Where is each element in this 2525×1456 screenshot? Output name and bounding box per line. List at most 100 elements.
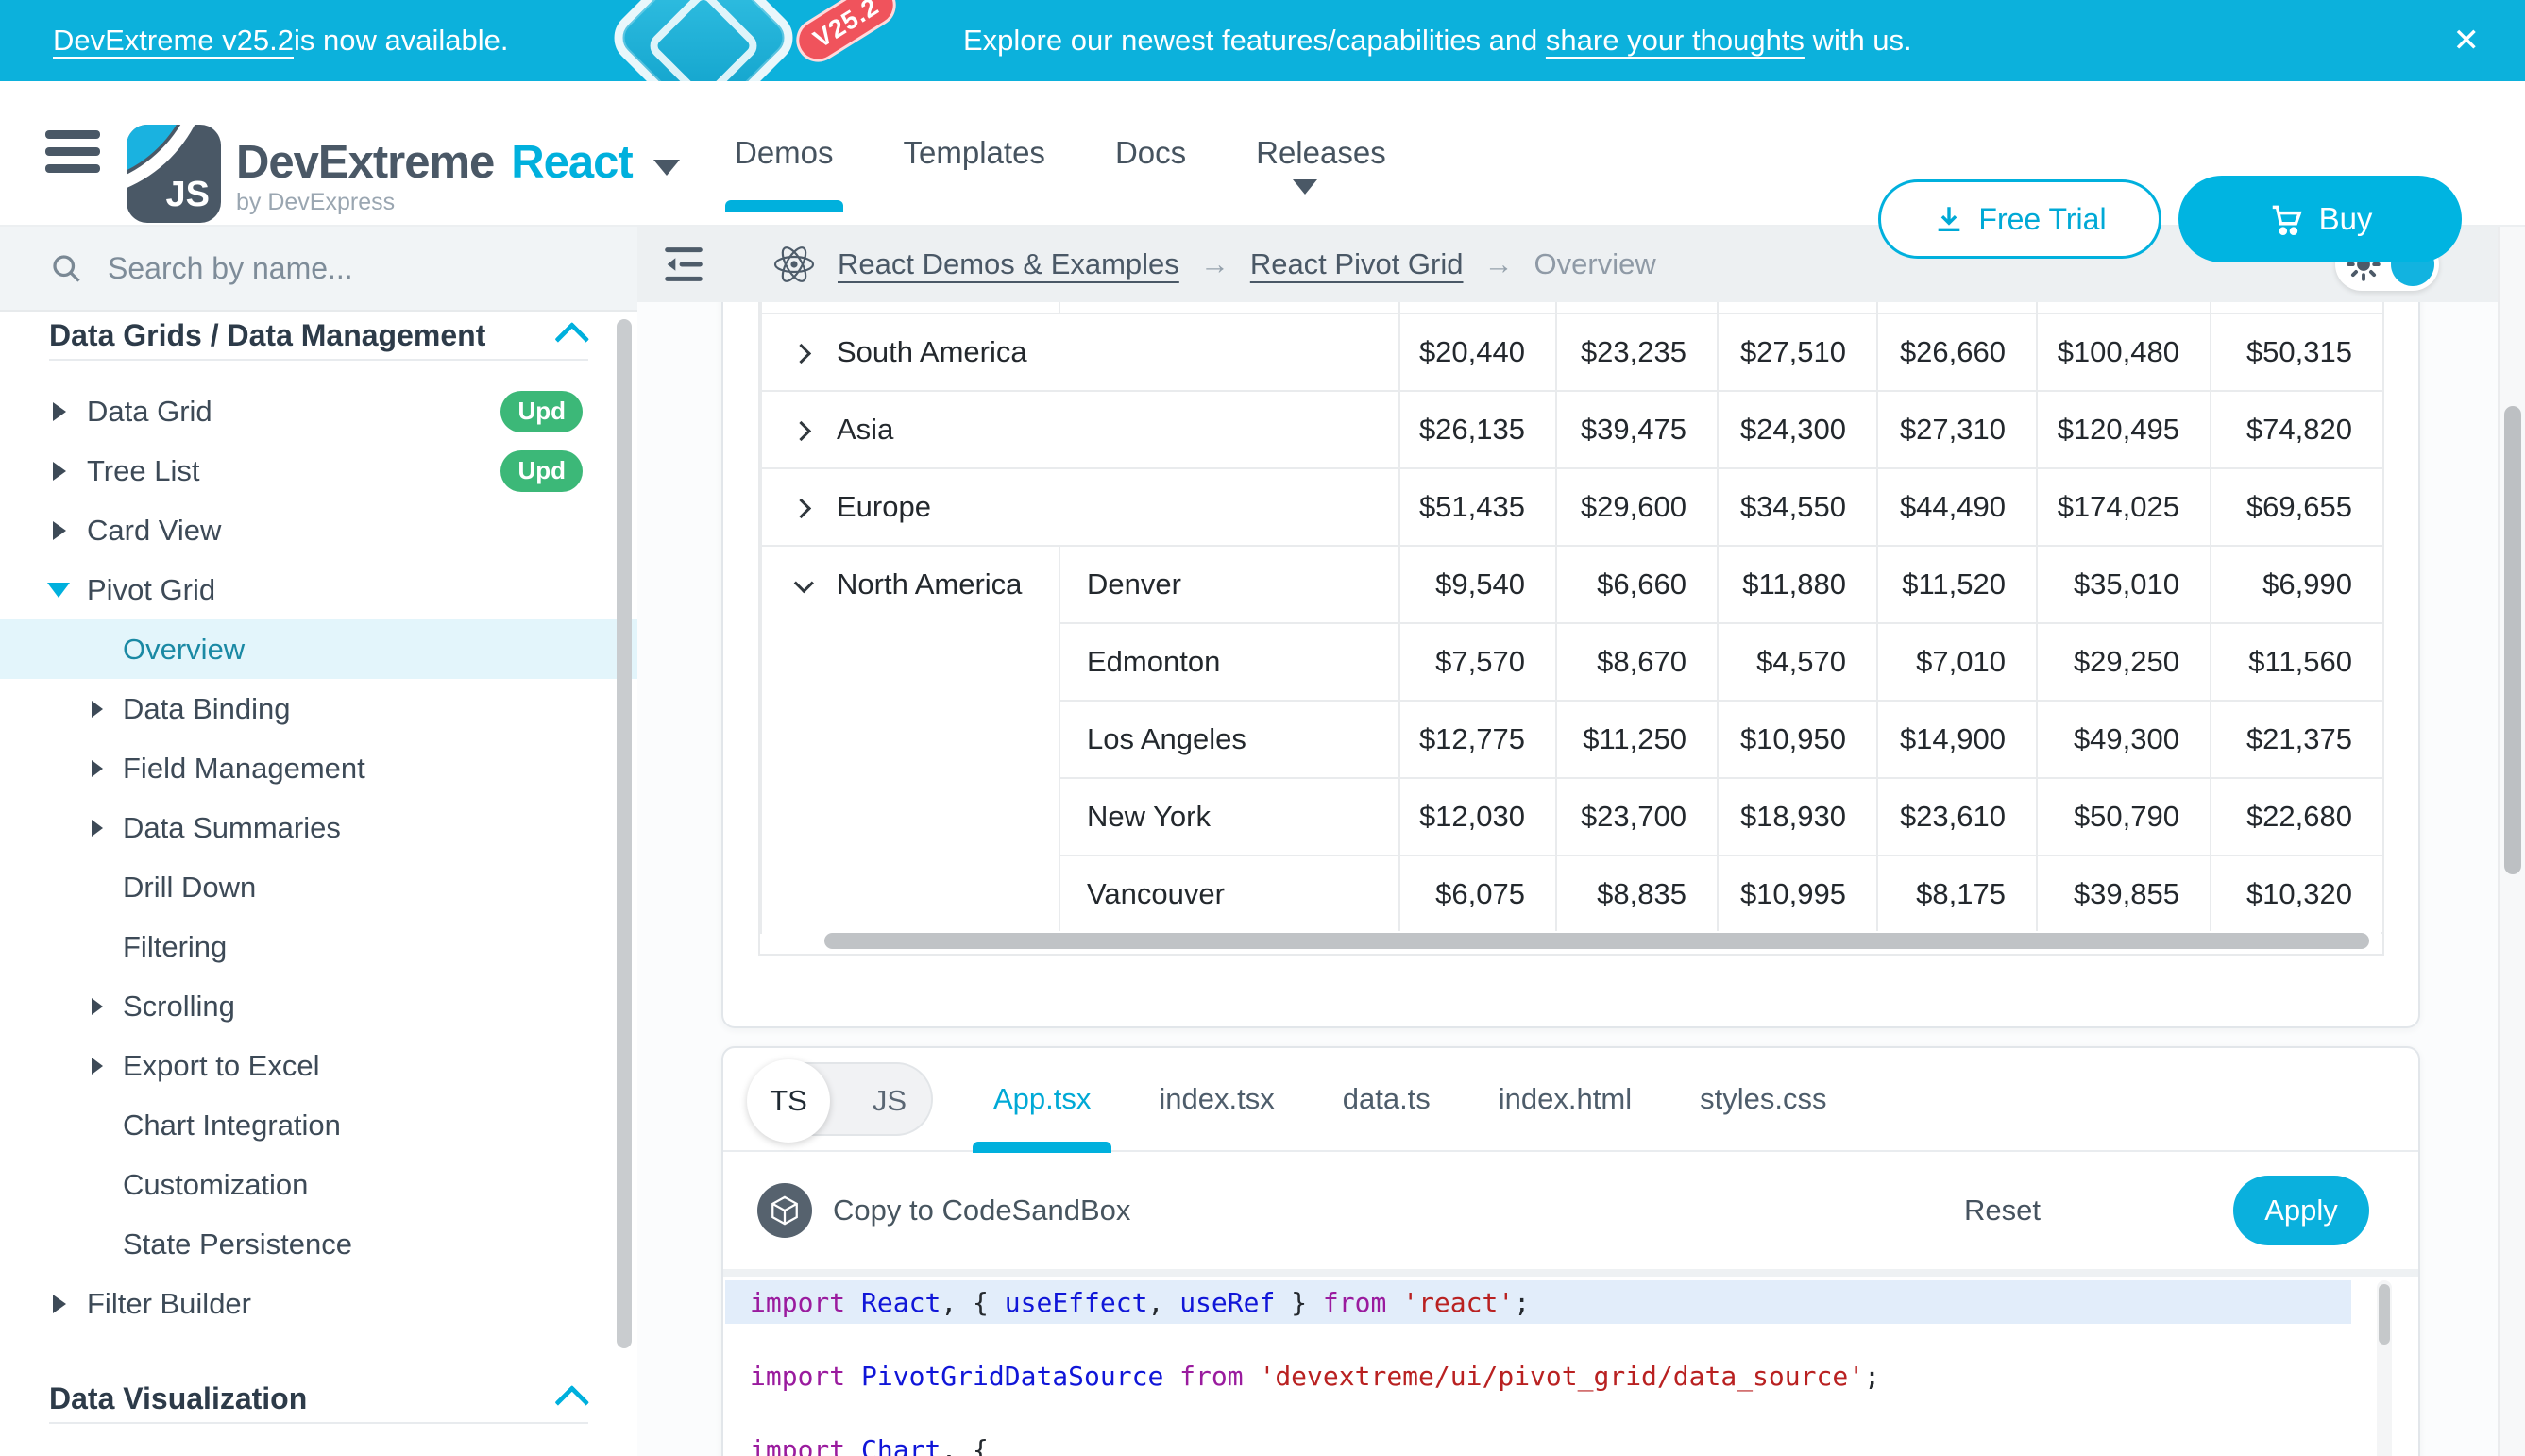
sidebar-section-header[interactable]: Data Visualization xyxy=(0,1375,637,1422)
language-toggle[interactable]: TS JS xyxy=(748,1062,933,1136)
expand-arrow-icon[interactable] xyxy=(92,820,103,837)
sidebar-scrollbar[interactable] xyxy=(617,319,632,1348)
collapse-arrow-icon[interactable] xyxy=(47,583,70,598)
collapse-sidebar-icon[interactable] xyxy=(660,244,707,285)
pivot-header-cell xyxy=(1718,302,1877,313)
tab-index-html[interactable]: index.html xyxy=(1499,1047,1632,1151)
pivot-grid-demo-card: South America$20,440$23,235$27,510$26,66… xyxy=(721,302,2420,1028)
pivot-city-cell: Edmonton xyxy=(1059,623,1399,701)
code-line: import React, { useEffect, useRef } from… xyxy=(725,1280,2351,1324)
banner-version-link[interactable]: DevExtreme v25.2 xyxy=(53,24,294,58)
codesandbox-icon[interactable] xyxy=(757,1183,812,1238)
brand-block[interactable]: DevExtreme React by DevExpress xyxy=(236,136,680,216)
code-token: PivotGridDataSource xyxy=(861,1361,1163,1392)
sidebar-item-overview[interactable]: Overview xyxy=(0,619,637,679)
sidebar-item-label: Overview xyxy=(123,633,245,667)
expand-arrow-icon[interactable] xyxy=(92,701,103,718)
sidebar-item-data-summaries[interactable]: Data Summaries xyxy=(0,798,637,857)
banner-message: Explore our newest features/capabilities… xyxy=(963,0,1912,81)
sidebar-item-drill-down[interactable]: Drill Down xyxy=(0,857,637,917)
tab-app-tsx[interactable]: App.tsx xyxy=(993,1047,1091,1151)
devextreme-release-logo: V25.2 xyxy=(604,0,916,81)
reset-button[interactable]: Reset xyxy=(1964,1194,2041,1227)
copy-to-codesandbox-button[interactable]: Copy to CodeSandBox xyxy=(833,1194,1130,1227)
share-thoughts-link[interactable]: share your thoughts xyxy=(1546,24,1805,58)
version-badge: V25.2 xyxy=(788,0,905,70)
sidebar-item-tree-list[interactable]: Tree ListUpd xyxy=(0,441,637,500)
expand-arrow-icon[interactable] xyxy=(53,1295,66,1313)
sidebar-item-scrolling[interactable]: Scrolling xyxy=(0,976,637,1036)
pivot-header-cell xyxy=(1556,302,1718,313)
collapse-chevron-icon[interactable] xyxy=(794,573,814,593)
sidebar-item-export-to-excel[interactable]: Export to Excel xyxy=(0,1036,637,1095)
pivot-grid: South America$20,440$23,235$27,510$26,66… xyxy=(758,302,2384,956)
sidebar-item-filtering[interactable]: Filtering xyxy=(0,917,637,976)
banner-version-suffix: is now available. xyxy=(294,24,508,58)
chevron-up-icon[interactable] xyxy=(554,1385,589,1420)
tab-label: index.tsx xyxy=(1159,1082,1274,1116)
sidebar-item-data-grid[interactable]: Data GridUpd xyxy=(0,381,637,441)
expand-arrow-icon[interactable] xyxy=(92,1058,103,1075)
code-vscroll-thumb[interactable] xyxy=(2379,1284,2390,1345)
buy-label: Buy xyxy=(2319,201,2373,237)
apply-button[interactable]: Apply xyxy=(2233,1176,2369,1245)
sidebar-item-filter-builder[interactable]: Filter Builder xyxy=(0,1274,637,1333)
expand-arrow-icon[interactable] xyxy=(53,521,66,540)
sidebar-item-chart-integration[interactable]: Chart Integration xyxy=(0,1095,637,1155)
pivot-value-cell: $23,610 xyxy=(1877,778,2037,855)
expand-arrow-icon[interactable] xyxy=(53,462,66,481)
pivot-row-label: Asia xyxy=(837,413,893,446)
pivot-grid-table: South America$20,440$23,235$27,510$26,66… xyxy=(760,302,2384,934)
sidebar-item-field-management[interactable]: Field Management xyxy=(0,738,637,798)
close-icon[interactable]: ✕ xyxy=(2453,0,2481,81)
expand-chevron-icon[interactable] xyxy=(791,499,811,518)
nav-item-demos[interactable]: Demos xyxy=(735,81,834,225)
chevron-down-icon[interactable] xyxy=(653,160,680,176)
breadcrumb-link-demos[interactable]: React Demos & Examples xyxy=(838,247,1179,281)
devextreme-js-logo[interactable]: JS xyxy=(127,125,221,223)
page-scrollbar-thumb[interactable] xyxy=(2504,406,2521,874)
pivot-value-cell: $69,655 xyxy=(2211,468,2383,546)
sidebar-item-customization[interactable]: Customization xyxy=(0,1155,637,1214)
chevron-up-icon[interactable] xyxy=(554,322,589,357)
pivot-value-cell: $20,440 xyxy=(1399,313,1556,391)
nav-item-docs[interactable]: Docs xyxy=(1115,81,1186,225)
menu-icon[interactable] xyxy=(45,130,100,176)
pivot-value-cell: $11,520 xyxy=(1877,546,2037,623)
tab-label: App.tsx xyxy=(993,1082,1091,1116)
sidebar-item-card-view[interactable]: Card View xyxy=(0,500,637,560)
pivot-hscroll-thumb[interactable] xyxy=(824,933,2369,949)
breadcrumb-link-pivot-grid[interactable]: React Pivot Grid xyxy=(1250,247,1464,281)
pivot-row-header-cell[interactable]: Asia xyxy=(761,391,1399,468)
pivot-header-cell xyxy=(1399,302,1556,313)
expand-arrow-icon[interactable] xyxy=(92,760,103,777)
pivot-value-cell: $174,025 xyxy=(2037,468,2211,546)
sidebar-item-pivot-grid[interactable]: Pivot Grid xyxy=(0,560,637,619)
sidebar-item-state-persistence[interactable]: State Persistence xyxy=(0,1214,637,1274)
expand-chevron-icon[interactable] xyxy=(791,421,811,441)
sidebar-item-data-binding[interactable]: Data Binding xyxy=(0,679,637,738)
buy-button[interactable]: Buy xyxy=(2178,176,2462,262)
search-input[interactable] xyxy=(108,251,561,286)
free-trial-button[interactable]: Free Trial xyxy=(1878,179,2161,259)
tab-data-ts[interactable]: data.ts xyxy=(1343,1047,1431,1151)
pivot-row-header-cell[interactable]: North America xyxy=(761,546,1059,933)
nav-item-releases[interactable]: Releases xyxy=(1256,81,1386,225)
sidebar-section-header[interactable]: Data Grids / Data Management xyxy=(0,312,637,359)
expand-chevron-icon[interactable] xyxy=(791,344,811,364)
tab-index-tsx[interactable]: index.tsx xyxy=(1159,1047,1274,1151)
code-token: ; xyxy=(1514,1287,1530,1318)
devextreme-diamond-icon xyxy=(603,0,804,81)
pivot-value-cell: $39,855 xyxy=(2037,855,2211,933)
expand-arrow-icon[interactable] xyxy=(53,402,66,421)
expand-arrow-icon[interactable] xyxy=(92,998,103,1015)
pivot-row-header-cell[interactable]: Europe xyxy=(761,468,1399,546)
download-icon xyxy=(1933,203,1965,235)
nav-item-templates[interactable]: Templates xyxy=(904,81,1045,225)
tab-styles-css[interactable]: styles.css xyxy=(1700,1047,1826,1151)
language-alt-label[interactable]: JS xyxy=(873,1064,907,1138)
pivot-value-cell: $12,775 xyxy=(1399,701,1556,778)
pivot-row-header-cell[interactable]: South America xyxy=(761,313,1399,391)
language-toggle-knob[interactable]: TS xyxy=(747,1059,830,1143)
pivot-city-cell: Denver xyxy=(1059,546,1399,623)
